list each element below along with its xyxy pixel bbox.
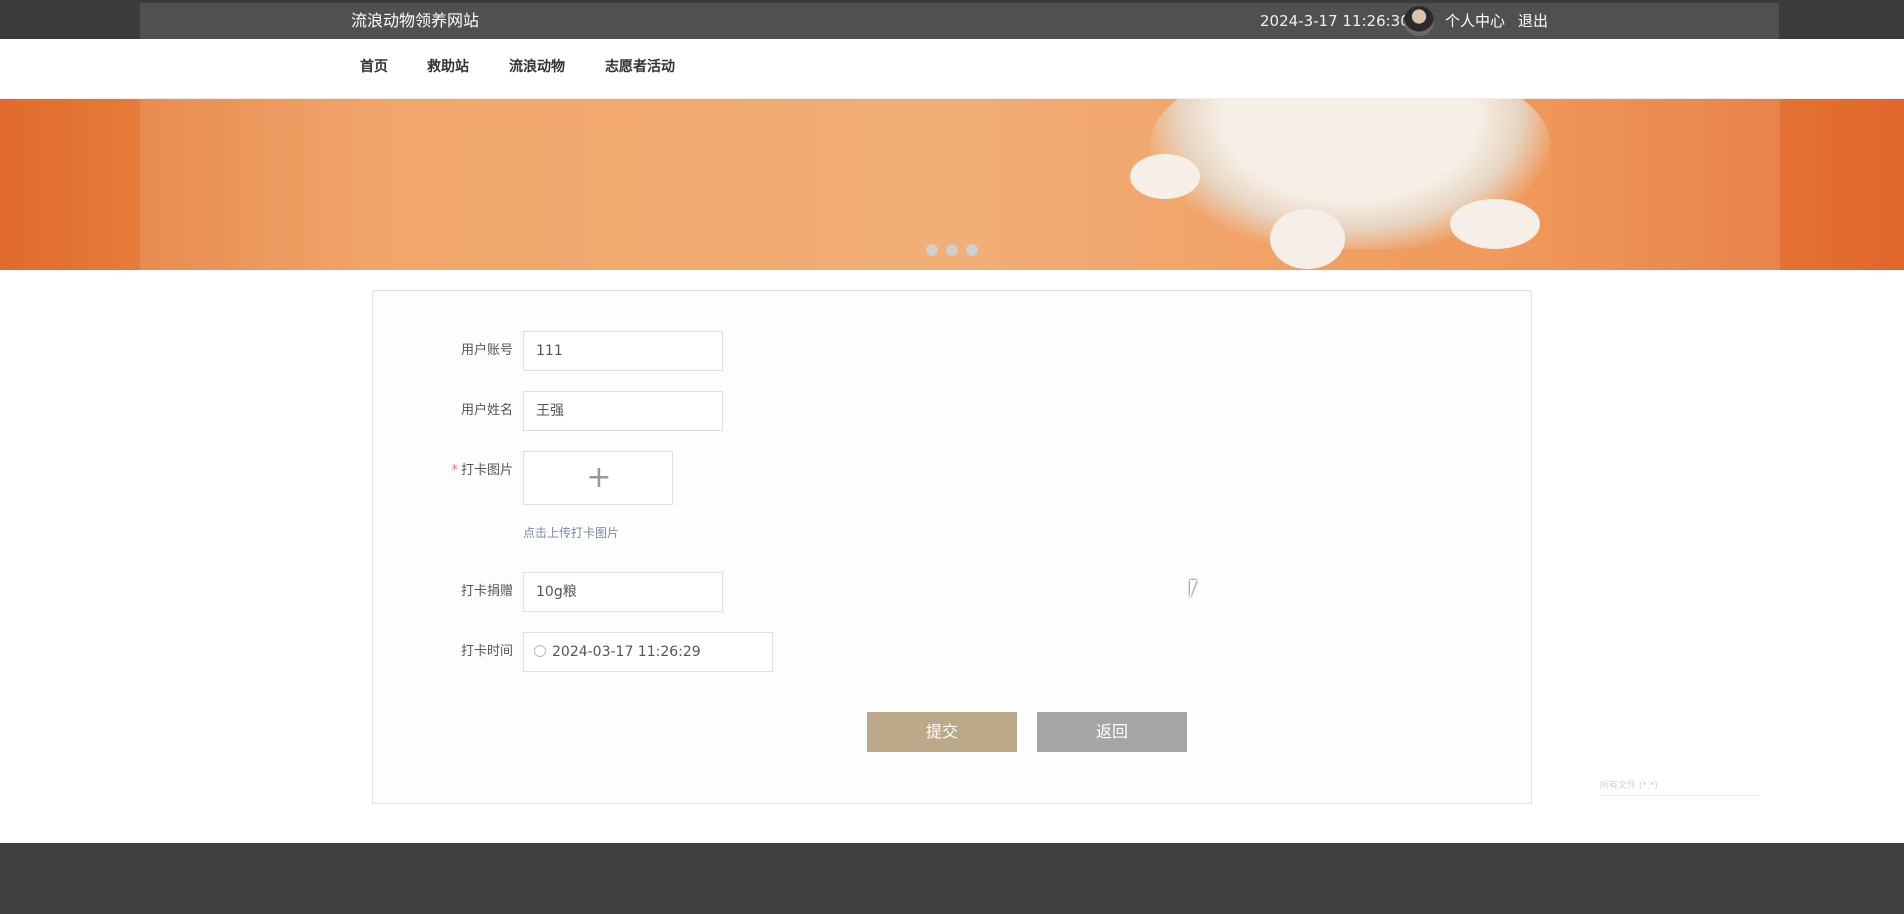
plus-icon: + (586, 460, 612, 495)
banner-dog-paw (1130, 154, 1200, 199)
time-picker[interactable]: 2024-03-17 11:26:29 (523, 632, 773, 672)
nav-item-rescue-station[interactable]: 救助站 (427, 56, 469, 78)
file-type-filter[interactable]: 所有文件 (*.*) (1600, 778, 1760, 796)
required-marker: * (451, 463, 458, 478)
main-nav: 首页 救助站 流浪动物 志愿者活动 (0, 39, 1904, 99)
carousel-dot-3[interactable] (966, 244, 978, 256)
nav-item-volunteer-activities[interactable]: 志愿者活动 (605, 56, 675, 78)
name-field[interactable]: 王强 (523, 391, 723, 431)
time-value: 2024-03-17 11:26:29 (552, 644, 701, 660)
image-label: * 打卡图片 (373, 461, 513, 481)
carousel-dot-2[interactable] (946, 244, 958, 256)
submit-button[interactable]: 提交 (867, 712, 1017, 752)
avatar[interactable] (1404, 6, 1434, 36)
current-datetime: 2024-3-17 11:26:30 (1260, 12, 1410, 30)
carousel-dot-1[interactable] (926, 244, 938, 256)
logout-link[interactable]: 退出 (1518, 10, 1548, 32)
account-field[interactable]: 111 (523, 331, 723, 371)
banner-dog-paw (1270, 209, 1345, 269)
account-label: 用户账号 (460, 343, 513, 358)
nav-item-stray-animals[interactable]: 流浪动物 (509, 56, 565, 78)
user-center-link[interactable]: 个人中心 (1445, 10, 1505, 32)
upload-hint: 点击上传打卡图片 (523, 526, 620, 540)
site-title: 流浪动物领养网站 (351, 11, 480, 30)
name-label: 用户姓名 (460, 403, 513, 418)
nav-item-home[interactable]: 首页 (360, 56, 388, 78)
time-label: 打卡时间 (460, 644, 513, 659)
back-button[interactable]: 返回 (1037, 712, 1187, 752)
mouse-cursor (1190, 580, 1204, 598)
image-upload-button[interactable]: + (523, 451, 673, 505)
donation-field[interactable]: 10g粮 (523, 572, 723, 612)
banner-dog-paw (1450, 199, 1540, 249)
footer (0, 843, 1904, 914)
donation-label: 打卡捐赠 (460, 584, 513, 599)
clock-icon (534, 645, 546, 657)
top-bar: 流浪动物领养网站 2024-3-17 11:26:30 个人中心 退出 (0, 0, 1904, 39)
image-label-text: 打卡图片 (460, 463, 513, 478)
